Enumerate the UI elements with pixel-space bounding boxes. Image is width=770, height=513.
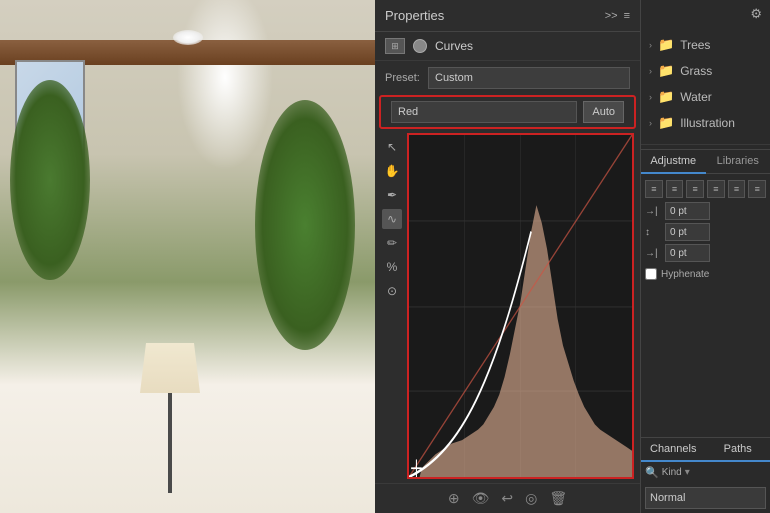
space-before-icon: ↕: [645, 227, 661, 238]
folder-label-grass: Grass: [680, 64, 712, 78]
side-panel: ⚙ › 📁 Trees › 📁 Grass › 📁 Water › 📁: [640, 0, 770, 513]
auto-button[interactable]: Auto: [583, 101, 624, 123]
normal-row: Normal Darken Multiply Screen Overlay: [641, 483, 770, 513]
trash-icon[interactable]: 🗑: [549, 490, 567, 507]
hyphenate-row: Hyphenate: [645, 265, 766, 283]
divider-1: [641, 144, 770, 145]
target-tool[interactable]: ⊙: [382, 281, 402, 301]
folder-icon-trees: 📁: [658, 37, 674, 53]
lamp-pole: [168, 393, 172, 493]
kind-label: Kind: [662, 467, 682, 478]
properties-panel: Properties >> ≡ ⊞ Curves Preset: Custom …: [375, 0, 640, 513]
move-icon[interactable]: ⊕: [448, 490, 460, 507]
hyphenate-label: Hyphenate: [661, 269, 709, 280]
tab-adjustments[interactable]: Adjustme: [641, 150, 706, 174]
plant-right: [255, 100, 355, 350]
panel-title: Properties: [385, 8, 444, 23]
curves-tools: ↖ ✋ ✒ ∿ ✏ % ⊙: [381, 133, 403, 479]
folder-icon-illustration: 📁: [658, 115, 674, 131]
curve-tool[interactable]: ∿: [382, 209, 402, 229]
search-icon: 🔍: [645, 466, 659, 479]
fraction-tool[interactable]: %: [382, 257, 402, 277]
kind-arrow[interactable]: ▾: [685, 467, 690, 478]
align-right[interactable]: ≡: [686, 180, 704, 198]
align-center-v[interactable]: ≡: [728, 180, 746, 198]
top-icon-row: ⚙: [641, 0, 770, 28]
right-area: Properties >> ≡ ⊞ Curves Preset: Custom …: [375, 0, 770, 513]
folder-illustration[interactable]: › 📁 Illustration: [641, 110, 770, 136]
folder-water[interactable]: › 📁 Water: [641, 84, 770, 110]
arrow-water: ›: [649, 92, 652, 102]
menu-icon[interactable]: ≡: [624, 10, 630, 22]
channel-select[interactable]: Red RGB Green Blue: [391, 101, 577, 123]
bottom-tabs: Channels Paths 🔍 Kind ▾ Normal Darken Mu…: [641, 437, 770, 513]
ceiling-light: [173, 30, 203, 45]
preset-select[interactable]: Custom Default Strong Contrast Linear: [428, 67, 630, 89]
align-left[interactable]: ≡: [645, 180, 663, 198]
curves-circle-icon: [413, 39, 427, 53]
align-top[interactable]: ≡: [707, 180, 725, 198]
preset-row: Preset: Custom Default Strong Contrast L…: [375, 61, 640, 95]
panel-header: Properties >> ≡: [375, 0, 640, 32]
folder-icon-water: 📁: [658, 89, 674, 105]
align-center-h[interactable]: ≡: [666, 180, 684, 198]
pen-tool[interactable]: ✒: [382, 185, 402, 205]
channel-row: Red RGB Green Blue Auto: [379, 95, 636, 129]
curves-canvas[interactable]: [407, 133, 634, 479]
align-section: ≡ ≡ ≡ ≡ ≡ ≡ →| ↕ →| Hyphenate: [641, 174, 770, 289]
spacing-row-3: →|: [645, 244, 766, 262]
adj-tabs: Adjustme Libraries: [641, 149, 770, 174]
kind-search-row: 🔍 Kind ▾: [641, 462, 770, 483]
folder-icon-grass: 📁: [658, 63, 674, 79]
align-row-1: ≡ ≡ ≡ ≡ ≡ ≡: [645, 180, 766, 198]
channels-tabs: Channels Paths: [641, 438, 770, 462]
space-after-icon: →|: [645, 248, 661, 259]
pencil-tool[interactable]: ✏: [382, 233, 402, 253]
curves-editor-wrapper: ↖ ✋ ✒ ∿ ✏ % ⊙: [375, 129, 640, 483]
curves-grid-icon: ⊞: [385, 38, 405, 54]
expand-icon[interactable]: >>: [605, 10, 618, 22]
hyphenate-checkbox[interactable]: [645, 268, 657, 280]
blend-mode-select[interactable]: Normal Darken Multiply Screen Overlay: [645, 487, 766, 509]
lamp-shade: [140, 343, 200, 393]
preset-label: Preset:: [385, 72, 420, 84]
folder-label-water: Water: [680, 90, 712, 104]
folder-label-trees: Trees: [680, 38, 710, 52]
hand-tool[interactable]: ✋: [382, 161, 402, 181]
indent-input[interactable]: [665, 202, 710, 220]
spacing-row-2: ↕: [645, 223, 766, 241]
folder-grass[interactable]: › 📁 Grass: [641, 58, 770, 84]
align-bottom[interactable]: ≡: [748, 180, 766, 198]
photo-panel: [0, 0, 375, 513]
tab-paths[interactable]: Paths: [706, 438, 770, 462]
plant-left: [10, 80, 90, 280]
space-before-input[interactable]: [665, 223, 710, 241]
arrow-grass: ›: [649, 66, 652, 76]
curves-footer: ⊕ 👁 ↩ ◎ 🗑: [375, 483, 640, 513]
reset-icon[interactable]: ↩: [501, 490, 513, 507]
tab-libraries[interactable]: Libraries: [706, 150, 770, 174]
folder-list: › 📁 Trees › 📁 Grass › 📁 Water › 📁 Illust…: [641, 28, 770, 140]
panel-icons: >> ≡: [605, 10, 630, 22]
filter-icon[interactable]: ⚙: [746, 4, 766, 24]
tab-channels[interactable]: Channels: [641, 438, 706, 462]
visibility-icon[interactable]: ◎: [525, 490, 537, 507]
arrow-illustration: ›: [649, 118, 652, 128]
folder-trees[interactable]: › 📁 Trees: [641, 32, 770, 58]
eye-icon[interactable]: 👁: [472, 490, 490, 507]
curves-header: ⊞ Curves: [375, 32, 640, 61]
indent-icon: →|: [645, 206, 661, 217]
curves-label: Curves: [435, 39, 473, 53]
folder-label-illustration: Illustration: [680, 116, 735, 130]
pointer-tool[interactable]: ↖: [382, 137, 402, 157]
space-after-input[interactable]: [665, 244, 710, 262]
spacing-row-1: →|: [645, 202, 766, 220]
arrow-trees: ›: [649, 40, 652, 50]
